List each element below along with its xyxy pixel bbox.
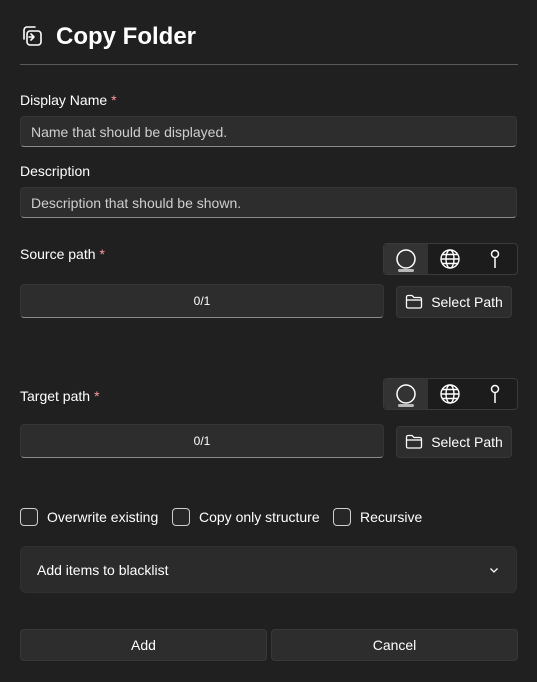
target-mode-pin[interactable] — [473, 379, 517, 409]
overwrite-existing-label: Overwrite existing — [47, 509, 159, 525]
required-mark: * — [94, 388, 100, 404]
target-path-mode-selector — [383, 378, 518, 410]
source-mode-pin[interactable] — [473, 244, 517, 274]
source-mode-web[interactable] — [428, 244, 472, 274]
cancel-button[interactable]: Cancel — [271, 629, 518, 661]
overwrite-existing-checkbox[interactable]: Overwrite existing — [20, 506, 158, 528]
target-select-path-button[interactable]: Select Path — [396, 426, 512, 458]
folder-icon — [406, 434, 423, 449]
target-select-path-label: Select Path — [431, 434, 503, 450]
description-input[interactable]: Description that should be shown. — [20, 187, 517, 218]
pin-icon — [490, 249, 500, 268]
display-name-label-text: Display Name — [20, 92, 108, 108]
description-placeholder: Description that should be shown. — [31, 194, 242, 211]
add-button[interactable]: Add — [20, 629, 267, 661]
copy-only-structure-label: Copy only structure — [199, 509, 320, 525]
target-path-label: Target path * — [20, 387, 100, 405]
folder-icon — [406, 294, 423, 309]
required-mark: * — [99, 246, 105, 262]
copy-only-structure-checkbox[interactable]: Copy only structure — [172, 506, 320, 528]
source-path-mode-selector — [383, 243, 518, 275]
circle-icon — [396, 249, 416, 269]
required-mark: * — [111, 92, 117, 108]
header-divider — [20, 64, 518, 65]
display-name-label: Display Name * — [20, 91, 117, 109]
source-path-value: 0/1 — [193, 294, 211, 308]
pin-icon — [490, 384, 500, 403]
source-path-label-text: Source path — [20, 246, 96, 262]
recursive-checkbox[interactable]: Recursive — [333, 506, 422, 528]
checkbox-box[interactable] — [333, 508, 351, 526]
globe-icon — [440, 384, 461, 404]
source-path-label: Source path * — [20, 245, 105, 263]
globe-icon — [440, 249, 461, 269]
checkbox-box[interactable] — [172, 508, 190, 526]
source-select-path-button[interactable]: Select Path — [396, 286, 512, 318]
checkbox-box[interactable] — [20, 508, 38, 526]
chevron-down-icon — [490, 567, 498, 573]
source-select-path-label: Select Path — [431, 294, 503, 310]
target-path-label-text: Target path — [20, 388, 91, 404]
target-mode-web[interactable] — [428, 379, 472, 409]
blacklist-expander[interactable]: Add items to blacklist — [20, 546, 517, 593]
display-name-placeholder: Name that should be displayed. — [31, 123, 228, 140]
source-path-field[interactable]: 0/1 — [20, 284, 384, 318]
page-title: Copy Folder — [56, 23, 197, 50]
target-path-field[interactable]: 0/1 — [20, 424, 384, 458]
blacklist-label: Add items to blacklist — [37, 561, 169, 578]
recursive-label: Recursive — [360, 509, 423, 525]
target-path-value: 0/1 — [193, 434, 211, 448]
circle-icon — [396, 384, 416, 404]
target-mode-local[interactable] — [384, 379, 429, 409]
display-name-input[interactable]: Name that should be displayed. — [20, 116, 517, 147]
source-mode-local[interactable] — [384, 244, 429, 274]
copy-folder-icon — [20, 24, 44, 48]
description-label: Description — [20, 163, 91, 179]
